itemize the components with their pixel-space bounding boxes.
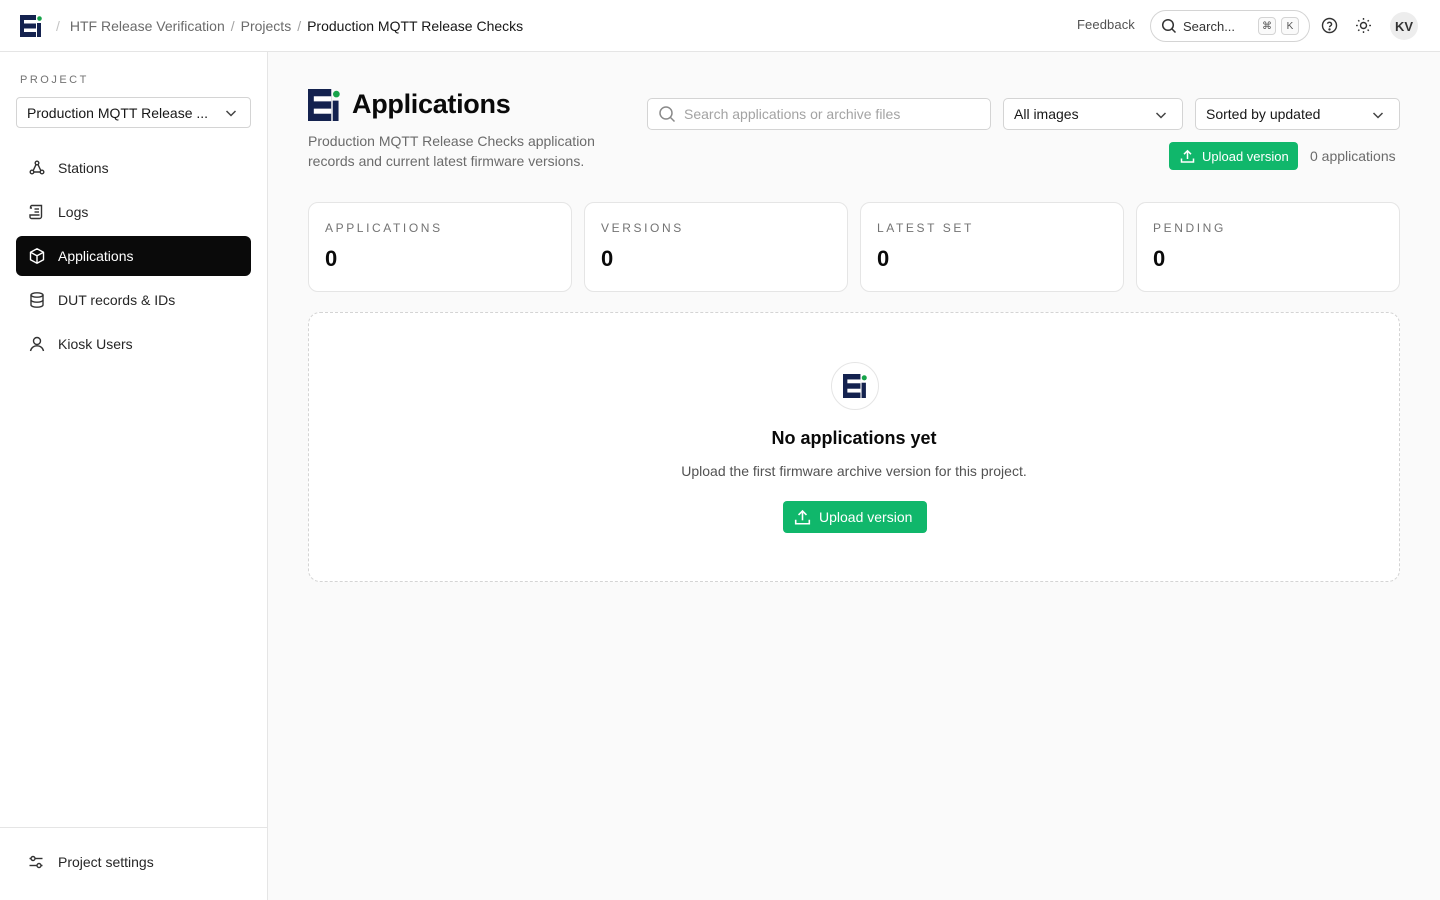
sidebar-item-label: Kiosk Users (58, 336, 133, 352)
page-title: Applications (352, 89, 511, 119)
stat-value: 0 (601, 246, 614, 271)
brand-logo-icon (308, 89, 340, 121)
sidebar-item-label: DUT records & IDs (58, 292, 176, 308)
project-selector-value: Production MQTT Release ... (27, 104, 209, 121)
shortcut-cmd-key: ⌘ (1258, 17, 1276, 35)
stat-card-latest-set: LATEST SET 0 (860, 202, 1124, 292)
sidebar: PROJECT Production MQTT Release ... Stat… (0, 52, 268, 900)
sort-value: Sorted by updated (1206, 106, 1321, 122)
box-icon (29, 248, 45, 264)
brand-logo-icon (843, 374, 867, 398)
breadcrumb-separator: / (230, 18, 235, 34)
applications-count: 0 applications (1310, 148, 1396, 164)
breadcrumb-org[interactable]: HTF Release Verification (70, 18, 225, 34)
project-settings-label: Project settings (58, 854, 154, 870)
empty-upload-version-button[interactable]: Upload version (783, 501, 927, 533)
help-icon[interactable] (1321, 17, 1338, 34)
user-avatar[interactable]: KV (1390, 12, 1418, 40)
sidebar-item-dut-records[interactable]: DUT records & IDs (16, 280, 251, 320)
user-icon (29, 336, 45, 352)
search-icon (1161, 18, 1177, 34)
stations-icon (29, 160, 45, 175)
theme-toggle-icon[interactable] (1355, 17, 1372, 34)
stat-value: 0 (877, 246, 890, 271)
image-filter-value: All images (1014, 106, 1079, 122)
applications-search-input[interactable] (684, 106, 984, 122)
stat-label: LATEST SET (877, 221, 974, 235)
brand-logo-icon[interactable] (20, 15, 42, 37)
search-icon (659, 106, 676, 123)
breadcrumb-projects[interactable]: Projects (241, 18, 292, 34)
upload-version-label: Upload version (1202, 148, 1289, 164)
stat-label: APPLICATIONS (325, 221, 443, 235)
chevron-down-icon (1372, 112, 1384, 119)
chevron-down-icon (1155, 112, 1167, 119)
database-icon (30, 292, 44, 308)
stat-card-pending: PENDING 0 (1136, 202, 1400, 292)
sidebar-footer: Project settings (0, 827, 267, 900)
chevron-down-icon (225, 110, 237, 117)
breadcrumb-current: Production MQTT Release Checks (307, 18, 524, 34)
stat-label: VERSIONS (601, 221, 684, 235)
shortcut-k-key: K (1281, 17, 1299, 35)
breadcrumb: / HTF Release Verification / Projects / … (56, 0, 523, 52)
project-selector[interactable]: Production MQTT Release ... (16, 97, 251, 128)
empty-state-subtitle: Upload the first firmware archive versio… (681, 463, 1027, 479)
applications-search[interactable] (647, 98, 991, 130)
empty-upload-version-label: Upload version (819, 509, 913, 525)
sidebar-item-kiosk-users[interactable]: Kiosk Users (16, 324, 251, 364)
stat-value: 0 (1153, 246, 1166, 271)
sidebar-item-label: Stations (58, 160, 109, 176)
sidebar-item-applications[interactable]: Applications (16, 236, 251, 276)
sidebar-item-label: Logs (58, 204, 89, 220)
logs-icon (29, 204, 43, 220)
sidebar-item-stations[interactable]: Stations (16, 148, 251, 188)
sidebar-item-logs[interactable]: Logs (16, 192, 251, 232)
feedback-link[interactable]: Feedback (1077, 17, 1135, 32)
empty-state-title: No applications yet (771, 428, 937, 448)
empty-state-logo (831, 362, 879, 410)
project-label: PROJECT (20, 74, 89, 86)
upload-version-button[interactable]: Upload version (1169, 142, 1298, 170)
global-search-button[interactable]: Search... ⌘ K (1150, 10, 1310, 42)
upload-icon (794, 509, 811, 525)
image-filter-select[interactable]: All images (1003, 98, 1183, 130)
sort-select[interactable]: Sorted by updated (1195, 98, 1400, 130)
breadcrumb-separator: / (56, 18, 60, 34)
breadcrumb-separator: / (297, 18, 302, 34)
sidebar-nav: Stations Logs Applications DUT records &… (16, 148, 251, 368)
stat-card-versions: VERSIONS 0 (584, 202, 848, 292)
project-settings-link[interactable]: Project settings (28, 854, 154, 870)
global-search-label: Search... (1183, 18, 1236, 34)
sliders-icon (29, 855, 43, 869)
stat-card-applications: APPLICATIONS 0 (308, 202, 572, 292)
empty-state: No applications yet Upload the first fir… (308, 312, 1400, 582)
upload-icon (1180, 149, 1195, 163)
stat-value: 0 (325, 246, 338, 271)
stat-label: PENDING (1153, 221, 1226, 235)
page-description: Production MQTT Release Checks applicati… (308, 133, 595, 169)
top-bar: / HTF Release Verification / Projects / … (0, 0, 1440, 52)
sidebar-item-label: Applications (58, 248, 134, 264)
